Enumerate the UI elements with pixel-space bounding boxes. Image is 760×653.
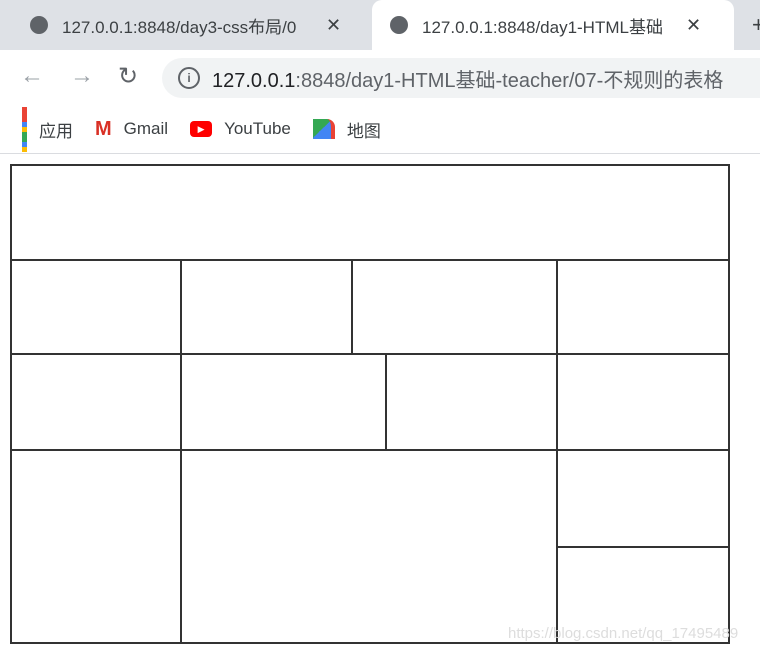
- tab-day3[interactable]: 127.0.0.1:8848/day3-css布局/0 ✕: [30, 0, 341, 50]
- gmail-icon: M: [95, 117, 112, 140]
- tab-day1[interactable]: 127.0.0.1:8848/day1-HTML基础 ✕: [372, 0, 734, 50]
- watermark: https://blog.csdn.net/qq_17495489: [508, 625, 739, 642]
- bookmarks-bar: 应用 M Gmail ▶ YouTube 地图: [0, 105, 760, 154]
- col-divider: [180, 259, 182, 644]
- table-border-bottom: [10, 642, 730, 644]
- bookmark-label: YouTube: [224, 119, 291, 138]
- row-divider: [10, 353, 730, 355]
- col-divider: [556, 259, 558, 644]
- bookmark-maps[interactable]: 地图: [312, 117, 381, 142]
- bookmark-label: 地图: [346, 121, 381, 141]
- forward-icon[interactable]: →: [70, 62, 94, 90]
- close-tab-icon[interactable]: ✕: [326, 15, 341, 36]
- bookmark-apps[interactable]: 应用: [22, 106, 73, 152]
- table-border-right: [728, 164, 730, 644]
- col-divider: [351, 259, 353, 355]
- table-border-left: [10, 164, 12, 644]
- youtube-icon: ▶: [190, 121, 213, 137]
- tab-bar: 127.0.0.1:8848/day3-css布局/0 ✕ 127.0.0.1:…: [0, 0, 760, 50]
- reload-icon[interactable]: ↻: [118, 62, 138, 91]
- row-divider: [10, 449, 730, 451]
- tab-title: 127.0.0.1:8848/day3-css布局/0: [62, 17, 297, 37]
- back-icon[interactable]: ←: [20, 62, 44, 90]
- bookmark-label: 应用: [39, 121, 73, 141]
- apps-grid-icon: [22, 106, 27, 152]
- bookmark-gmail[interactable]: M Gmail: [95, 118, 168, 141]
- table-border-top: [10, 164, 730, 166]
- tab-title: 127.0.0.1:8848/day1-HTML基础: [422, 17, 663, 37]
- maps-icon: [312, 119, 335, 139]
- col-divider: [385, 353, 387, 451]
- globe-icon: [390, 16, 408, 34]
- new-tab-button[interactable]: +: [752, 0, 760, 50]
- close-tab-icon[interactable]: ✕: [686, 15, 701, 36]
- info-icon[interactable]: i: [178, 67, 200, 89]
- url-text: 127.0.0.1:8848/day1-HTML基础-teacher/07-不规…: [212, 69, 724, 92]
- globe-icon: [30, 16, 48, 34]
- bookmark-label: Gmail: [123, 119, 169, 138]
- row-divider: [10, 259, 730, 261]
- row-divider: [556, 546, 730, 548]
- address-bar[interactable]: i 127.0.0.1:8848/day1-HTML基础-teacher/07-…: [162, 58, 760, 98]
- bookmark-youtube[interactable]: ▶ YouTube: [190, 119, 291, 139]
